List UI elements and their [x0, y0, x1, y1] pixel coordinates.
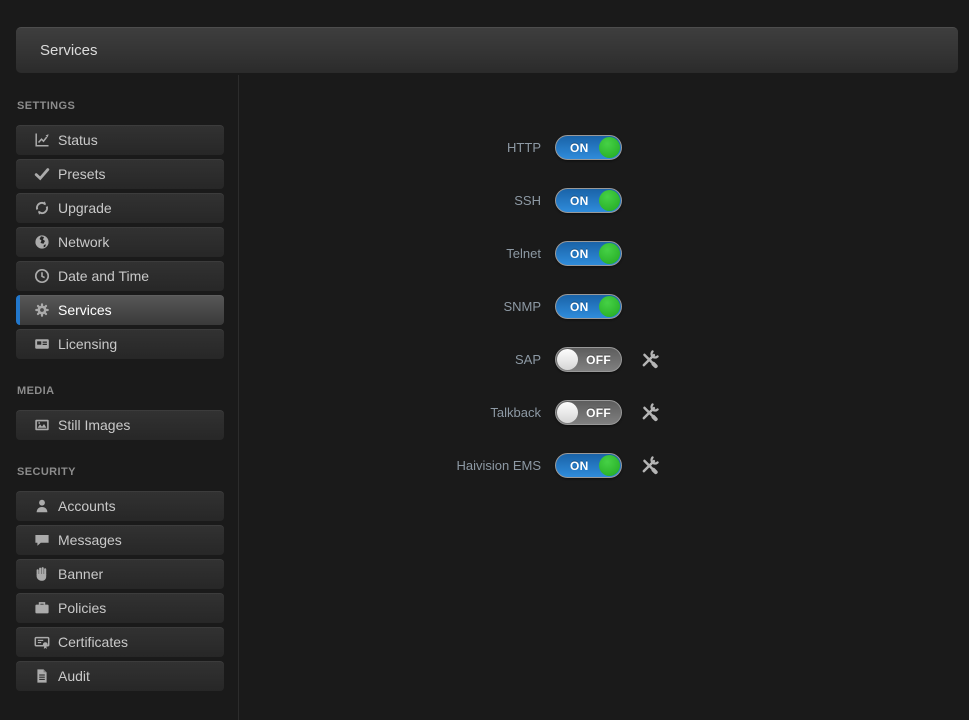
- service-label: Haivision EMS: [239, 458, 541, 473]
- toggle-snmp[interactable]: ON: [555, 294, 622, 319]
- sidebar-item-label: Messages: [58, 532, 122, 548]
- sidebar-item-certificates[interactable]: Certificates: [16, 627, 224, 657]
- toggle-knob-icon: [599, 455, 620, 476]
- toggle-state-label: OFF: [586, 353, 611, 367]
- certificate-icon: [33, 634, 50, 650]
- sidebar-section-items: Still Images: [16, 410, 224, 440]
- sidebar-item-label: Network: [58, 234, 109, 250]
- toggle-telnet[interactable]: ON: [555, 241, 622, 266]
- briefcase-icon: [33, 600, 50, 616]
- clock-icon: [33, 268, 50, 284]
- sync-icon: [33, 200, 50, 216]
- toggle-talkback[interactable]: OFF: [555, 400, 622, 425]
- tools-icon[interactable]: [639, 349, 660, 370]
- toggle-knob-icon: [599, 243, 620, 264]
- service-label: SNMP: [239, 299, 541, 314]
- hand-icon: [33, 566, 50, 582]
- toggle-http[interactable]: ON: [555, 135, 622, 160]
- sidebar-item-date-and-time[interactable]: Date and Time: [16, 261, 224, 291]
- sidebar-item-audit[interactable]: Audit: [16, 661, 224, 691]
- sidebar-item-label: Status: [58, 132, 98, 148]
- check-icon: [33, 166, 50, 182]
- service-row-sap: SAP OFF: [239, 333, 969, 386]
- sidebar-item-still-images[interactable]: Still Images: [16, 410, 224, 440]
- chart-icon: [33, 132, 50, 148]
- toggle-knob-icon: [599, 190, 620, 211]
- toggle-state-label: ON: [570, 194, 589, 208]
- toggle-state-label: OFF: [586, 406, 611, 420]
- service-label: Talkback: [239, 405, 541, 420]
- service-row-http: HTTP ON: [239, 121, 969, 174]
- service-row-talkback: Talkback OFF: [239, 386, 969, 439]
- toggle-ssh[interactable]: ON: [555, 188, 622, 213]
- sidebar-section-media: MEDIA Still Images: [16, 385, 224, 440]
- sidebar-item-label: Audit: [58, 668, 90, 684]
- sidebar-item-network[interactable]: Network: [16, 227, 224, 257]
- sidebar-item-label: Licensing: [58, 336, 117, 352]
- toggle-state-label: ON: [570, 459, 589, 473]
- service-label: Telnet: [239, 246, 541, 261]
- toggle-knob-icon: [599, 296, 620, 317]
- image-icon: [33, 417, 50, 433]
- sidebar-item-label: Accounts: [58, 498, 116, 514]
- service-label: SAP: [239, 352, 541, 367]
- sidebar-item-label: Upgrade: [58, 200, 112, 216]
- service-label: SSH: [239, 193, 541, 208]
- sidebar-item-label: Services: [58, 302, 112, 318]
- sidebar-item-banner[interactable]: Banner: [16, 559, 224, 589]
- page-title-bar: Services: [16, 27, 958, 73]
- sidebar-item-label: Presets: [58, 166, 105, 182]
- tools-icon[interactable]: [639, 402, 660, 423]
- main-layout: SETTINGS Status Presets Upgrade Network …: [0, 75, 969, 720]
- tools-icon[interactable]: [639, 455, 660, 476]
- sidebar-item-label: Certificates: [58, 634, 128, 650]
- sidebar-item-label: Policies: [58, 600, 106, 616]
- services-panel: HTTP ON SSH ON Telnet ON SNMP ON SAP: [239, 75, 969, 720]
- message-icon: [33, 532, 50, 548]
- sidebar: SETTINGS Status Presets Upgrade Network …: [0, 75, 239, 720]
- sidebar-item-label: Date and Time: [58, 268, 149, 284]
- toggle-knob-icon: [557, 349, 578, 370]
- sidebar-item-accounts[interactable]: Accounts: [16, 491, 224, 521]
- page-title: Services: [40, 42, 98, 59]
- sidebar-item-presets[interactable]: Presets: [16, 159, 224, 189]
- sidebar-item-upgrade[interactable]: Upgrade: [16, 193, 224, 223]
- service-row-haivision-ems: Haivision EMS ON: [239, 439, 969, 492]
- license-card-icon: [33, 336, 50, 352]
- sidebar-item-messages[interactable]: Messages: [16, 525, 224, 555]
- sidebar-section-security: SECURITY Accounts Messages Banner Polici…: [16, 466, 224, 691]
- service-row-telnet: Telnet ON: [239, 227, 969, 280]
- toggle-haivision-ems[interactable]: ON: [555, 453, 622, 478]
- toggle-knob-icon: [599, 137, 620, 158]
- toggle-state-label: ON: [570, 300, 589, 314]
- person-icon: [33, 498, 50, 514]
- sidebar-item-services[interactable]: Services: [16, 295, 224, 325]
- sidebar-section-items: Status Presets Upgrade Network Date and …: [16, 125, 224, 359]
- document-icon: [33, 668, 50, 684]
- sidebar-item-status[interactable]: Status: [16, 125, 224, 155]
- service-row-ssh: SSH ON: [239, 174, 969, 227]
- toggle-sap[interactable]: OFF: [555, 347, 622, 372]
- sidebar-section-items: Accounts Messages Banner Policies Certif…: [16, 491, 224, 691]
- sidebar-item-policies[interactable]: Policies: [16, 593, 224, 623]
- sidebar-section-label: SETTINGS: [17, 100, 224, 113]
- sidebar-section-label: MEDIA: [17, 385, 224, 398]
- gear-icon: [33, 302, 50, 318]
- sidebar-item-licensing[interactable]: Licensing: [16, 329, 224, 359]
- toggle-state-label: ON: [570, 141, 589, 155]
- sidebar-section-settings: SETTINGS Status Presets Upgrade Network …: [16, 100, 224, 359]
- sidebar-item-label: Banner: [58, 566, 103, 582]
- toggle-state-label: ON: [570, 247, 589, 261]
- globe-icon: [33, 234, 50, 250]
- toggle-knob-icon: [557, 402, 578, 423]
- sidebar-item-label: Still Images: [58, 417, 130, 433]
- service-label: HTTP: [239, 140, 541, 155]
- service-row-snmp: SNMP ON: [239, 280, 969, 333]
- sidebar-section-label: SECURITY: [17, 466, 224, 479]
